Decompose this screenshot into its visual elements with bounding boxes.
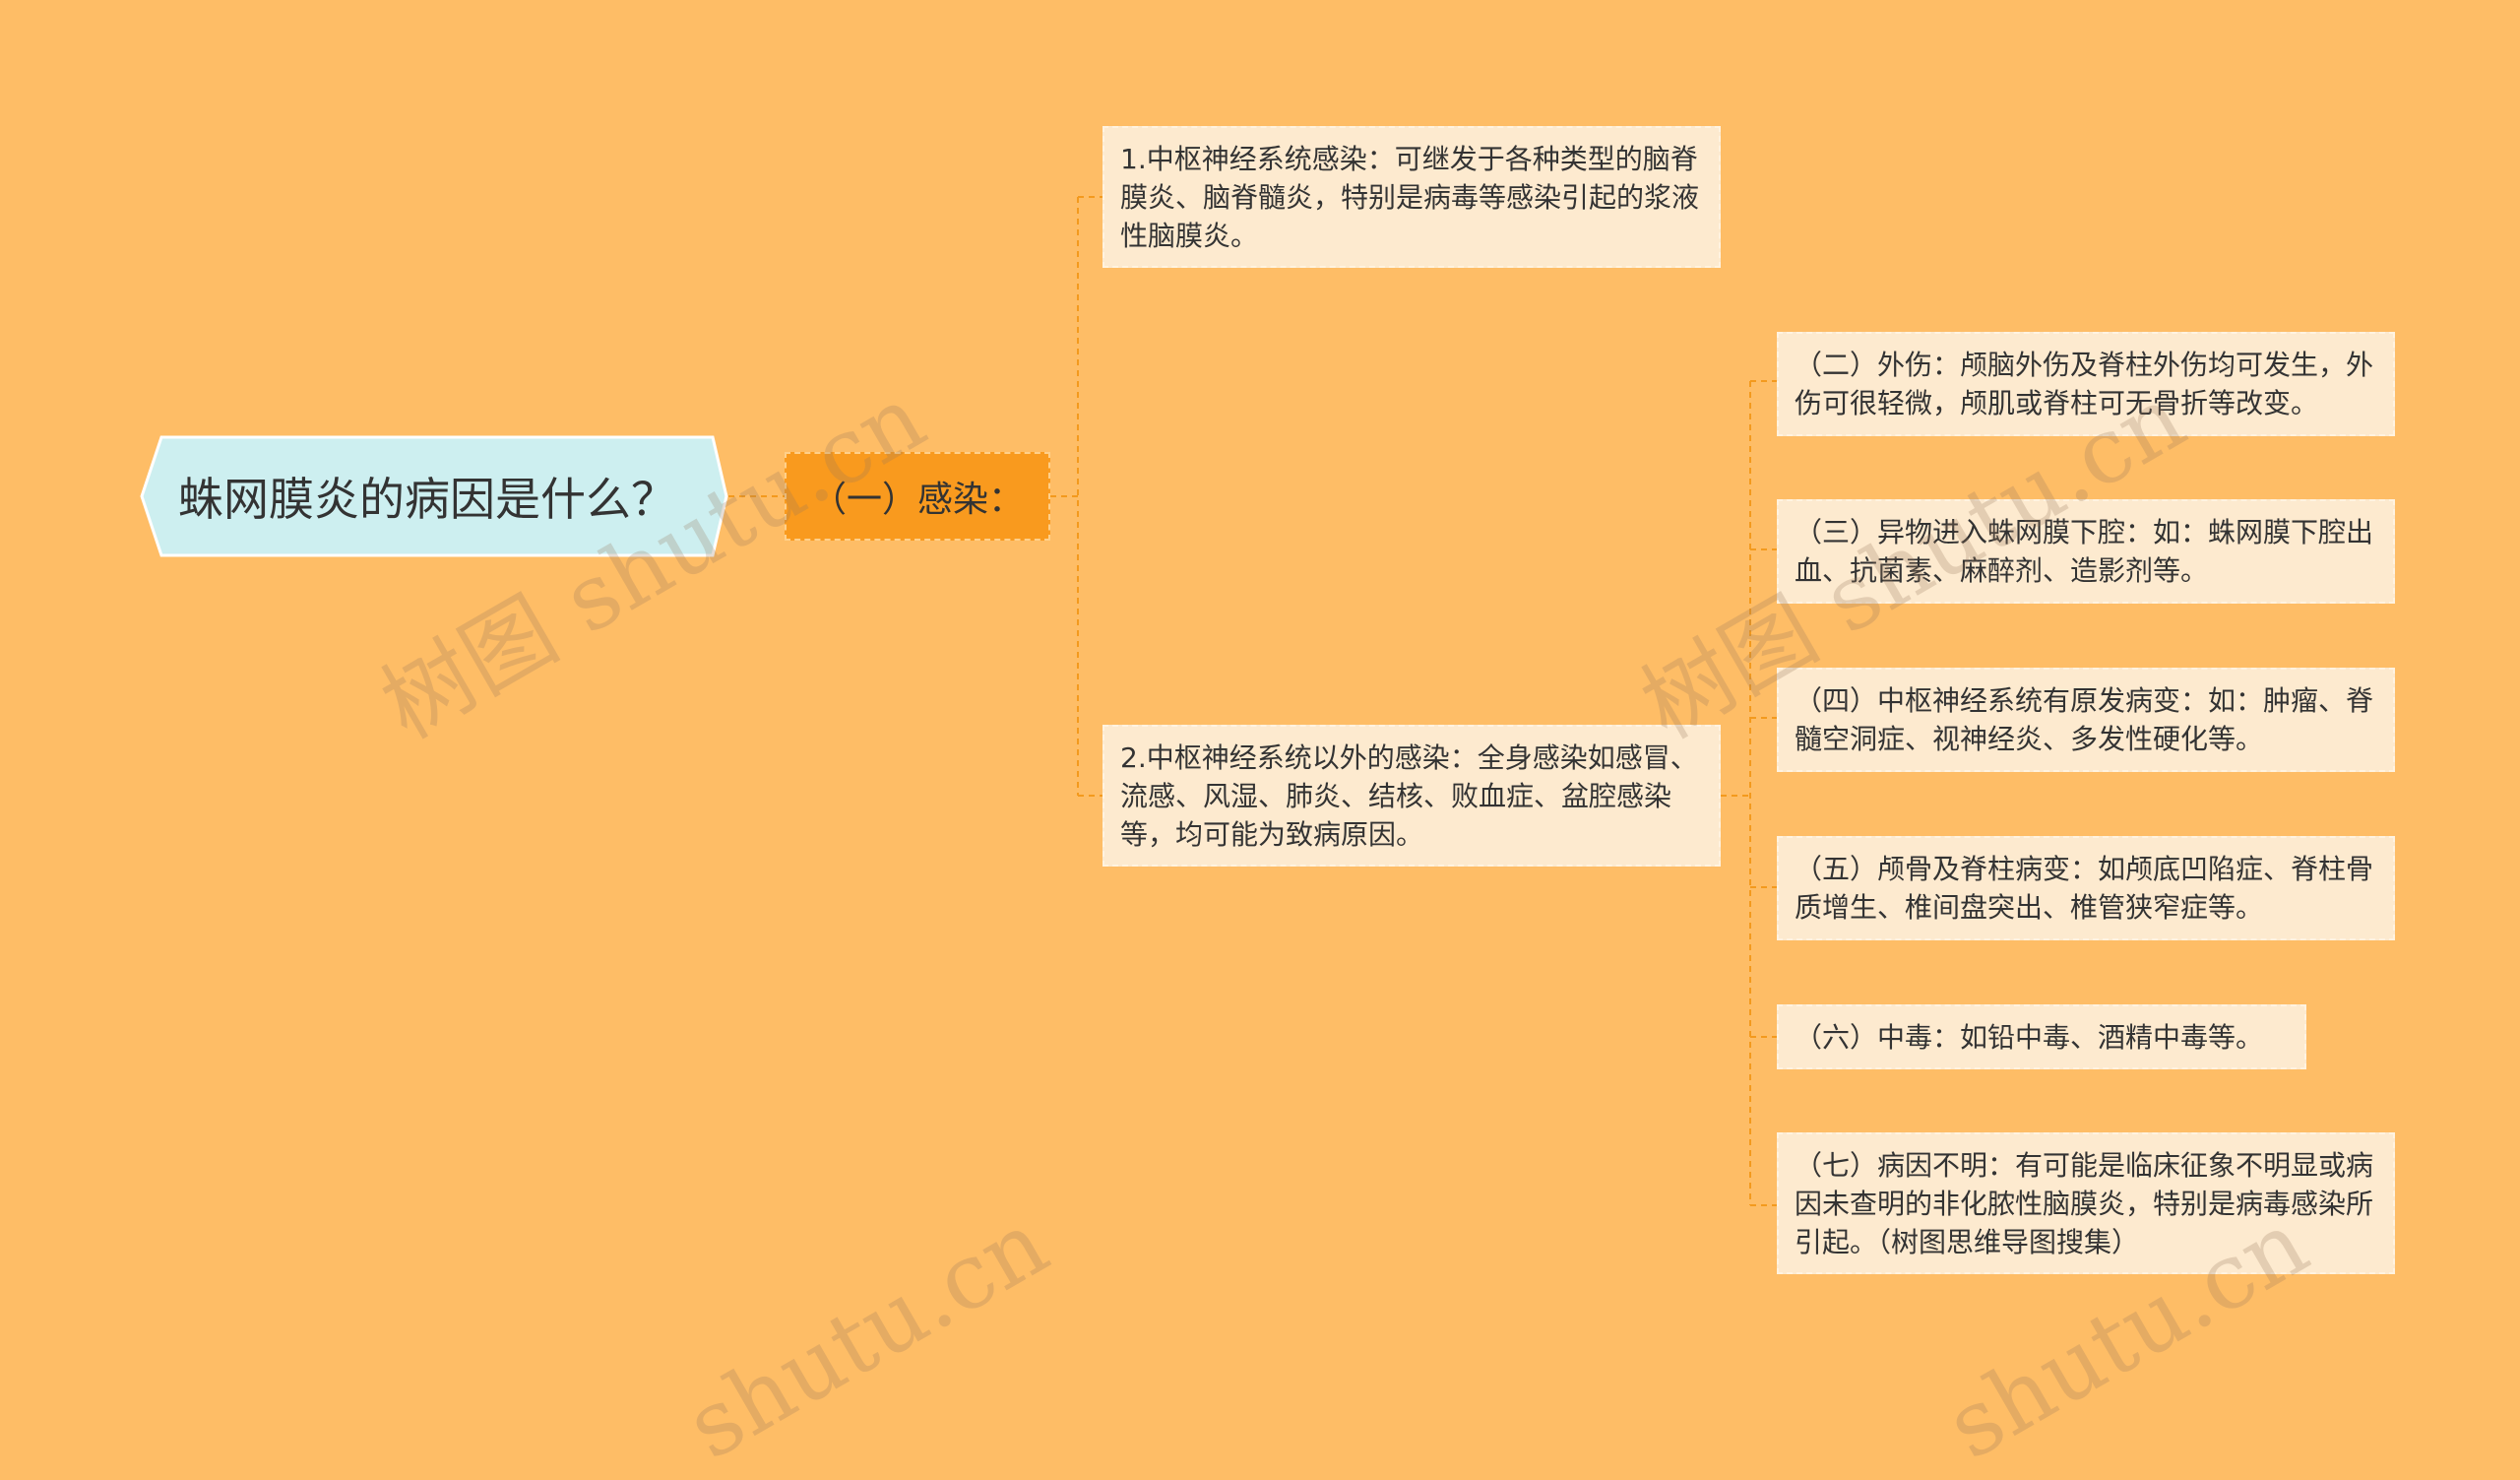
infection-item-cns[interactable]: 1.中枢神经系统感染：可继发于各种类型的脑脊膜炎、脑脊髓炎，特别是病毒等感染引起…	[1102, 126, 1721, 268]
root-label: 蛛网膜炎的病因是什么？	[178, 473, 676, 526]
cause-skull-spine-disease[interactable]: （五）颅骨及脊柱病变：如颅底凹陷症、脊柱骨质增生、椎间盘突出、椎管狭窄症等。	[1777, 836, 2395, 940]
branch-node-infection[interactable]: （一）感染：	[785, 452, 1050, 541]
cause-trauma[interactable]: （二）外伤：颅脑外伤及脊柱外伤均可发生，外伤可很轻微，颅肌或脊柱可无骨折等改变。	[1777, 332, 2395, 436]
mind-map: 蛛网膜炎的病因是什么？ （一）感染： 1.中枢神经系统感染：可继发于各种类型的脑…	[0, 0, 2520, 1480]
root-node[interactable]: 蛛网膜炎的病因是什么？	[126, 435, 728, 557]
cause-primary-cns-lesion[interactable]: （四）中枢神经系统有原发病变：如：肿瘤、脊髓空洞症、视神经炎、多发性硬化等。	[1777, 668, 2395, 772]
cause-unknown[interactable]: （七）病因不明：有可能是临床征象不明显或病因未查明的非化脓性脑膜炎，特别是病毒感…	[1777, 1132, 2395, 1274]
infection-item-systemic[interactable]: 2.中枢神经系统以外的感染：全身感染如感冒、流感、风湿、肺炎、结核、败血症、盆腔…	[1102, 725, 1721, 867]
cause-poisoning[interactable]: （六）中毒：如铅中毒、酒精中毒等。	[1777, 1004, 2306, 1069]
cause-foreign-body[interactable]: （三）异物进入蛛网膜下腔：如：蛛网膜下腔出血、抗菌素、麻醉剂、造影剂等。	[1777, 499, 2395, 604]
